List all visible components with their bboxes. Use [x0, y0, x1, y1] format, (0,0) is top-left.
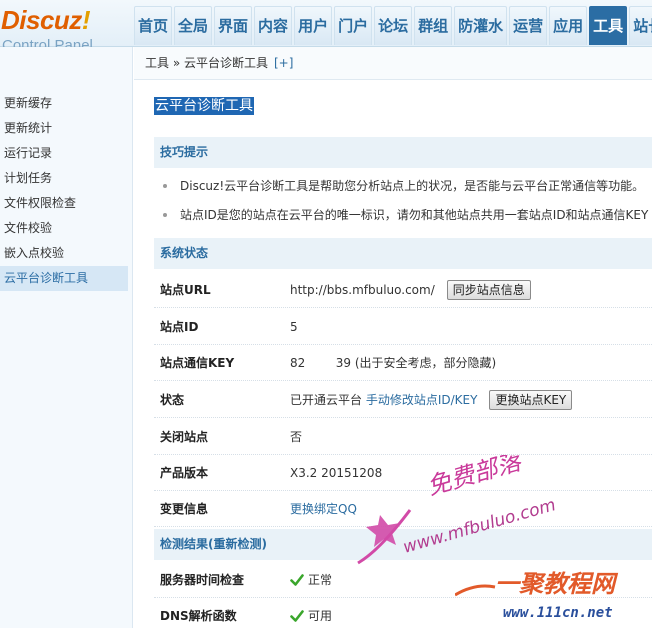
tip-text: Discuz!云平台诊断工具是帮助您分析站点上的状况，是否能与云平台正常通信等功…: [180, 179, 645, 193]
nav-tab-groups[interactable]: 群组: [414, 6, 453, 45]
status-row-site-url: 站点URL http://bbs.mfbuluo.com/同步站点信息: [154, 272, 652, 308]
results-heading-text: 检测结果: [160, 537, 209, 551]
nav-tab-users[interactable]: 用户: [294, 6, 333, 45]
sidebar-item-update-stats[interactable]: 更新统计: [0, 116, 128, 141]
row-label: 服务器时间检查: [160, 573, 245, 587]
version-value: X3.2 20151208: [290, 466, 383, 480]
cloud-state-value: 已开通云平台: [290, 393, 363, 407]
sidebar-item-file-verify[interactable]: 文件校验: [0, 216, 128, 241]
edit-site-id-key-link[interactable]: 手动修改站点ID/KEY: [366, 382, 478, 418]
status-row-site-closed: 关闭站点 否: [154, 419, 652, 455]
change-site-key-button[interactable]: 更换站点KEY: [489, 390, 573, 410]
row-label: 关闭站点: [160, 430, 209, 444]
nav-tab-apps[interactable]: 应用: [549, 6, 588, 45]
status-row-site-id: 站点ID 5: [154, 309, 652, 345]
page-title: 云平台诊断工具: [154, 97, 254, 115]
row-label: 产品版本: [160, 466, 209, 480]
tips-heading: 技巧提示: [154, 137, 652, 168]
nav-tab-home[interactable]: 首页: [134, 6, 173, 45]
result-row-server-time: 服务器时间检查 正常: [154, 562, 652, 598]
result-row-dns: DNS解析函数 可用: [154, 598, 652, 628]
tip-item: 站点ID是您的站点在云平台的唯一标识，请勿和其他站点共用一套站点ID和站点通信K…: [162, 206, 649, 224]
tip-text: 站点ID是您的站点在云平台的唯一标识，请勿和其他站点共用一套站点ID和站点通信K…: [180, 208, 649, 222]
check-icon: [290, 610, 304, 622]
sidebar-item-hook-verify[interactable]: 嵌入点校验: [0, 241, 128, 266]
system-status-heading: 系统状态: [154, 238, 652, 269]
sidebar: 更新缓存 更新统计 运行记录 计划任务 文件权限检查 文件校验 嵌入点校验 云平…: [0, 47, 133, 628]
status-row-change-info: 变更信息 更换绑定QQ: [154, 491, 652, 527]
nav-tab-global[interactable]: 全局: [174, 6, 213, 45]
status-row-state: 状态 已开通云平台 手动修改站点ID/KEY 更换站点KEY: [154, 382, 652, 418]
top-nav: 首页 全局 界面 内容 用户 门户 论坛 群组 防灌水 运营 应用 工具 站长: [134, 6, 652, 47]
sidebar-item-update-cache[interactable]: 更新缓存: [0, 91, 128, 116]
check-icon: [290, 574, 304, 586]
row-label: 站点ID: [160, 320, 199, 334]
sidebar-item-run-log[interactable]: 运行记录: [0, 141, 128, 166]
status-row-site-key: 站点通信KEY 82 39 (出于安全考虑，部分隐藏): [154, 345, 652, 381]
row-label: 变更信息: [160, 502, 209, 516]
site-key-value: 82 39 (出于安全考虑，部分隐藏): [290, 356, 497, 370]
site-url-value: http://bbs.mfbuluo.com/: [290, 283, 435, 297]
dns-status: 可用: [308, 609, 333, 623]
recheck-link[interactable]: (重新检测): [208, 537, 267, 551]
breadcrumb-add-shortcut[interactable]: [+]: [274, 56, 293, 70]
nav-tab-antispam[interactable]: 防灌水: [454, 6, 508, 45]
site-id-value: 5: [290, 320, 298, 334]
logo-bang: !: [81, 5, 91, 35]
top-header: Discuz! Control Panel 首页 全局 界面 内容 用户 门户 …: [0, 0, 652, 54]
sidebar-menu: 更新缓存 更新统计 运行记录 计划任务 文件权限检查 文件校验 嵌入点校验 云平…: [0, 91, 128, 291]
sync-site-info-button[interactable]: 同步站点信息: [446, 280, 531, 300]
breadcrumb-text: 工具 » 云平台诊断工具: [145, 56, 268, 70]
nav-tab-forum[interactable]: 论坛: [374, 6, 413, 45]
sidebar-item-scheduled-tasks[interactable]: 计划任务: [0, 166, 128, 191]
nav-tab-content[interactable]: 内容: [254, 6, 293, 45]
nav-tab-tools[interactable]: 工具: [589, 6, 628, 45]
results-heading: 检测结果(重新检测): [154, 529, 652, 560]
row-label: DNS解析函数: [160, 609, 237, 623]
row-label: 站点URL: [160, 283, 211, 297]
nav-tab-portal[interactable]: 门户: [334, 6, 373, 45]
row-label: 状态: [160, 393, 185, 407]
site-closed-value: 否: [290, 430, 303, 444]
row-label: 站点通信KEY: [160, 356, 235, 370]
logo-main-text: Discuz: [1, 5, 82, 35]
rebind-qq-link[interactable]: 更换绑定QQ: [290, 491, 357, 527]
nav-tab-interface[interactable]: 界面: [214, 6, 253, 45]
status-row-version: 产品版本 X3.2 20151208: [154, 455, 652, 491]
nav-tab-webmaster[interactable]: 站长: [629, 6, 652, 45]
nav-tab-operations[interactable]: 运营: [509, 6, 548, 45]
sidebar-item-cloud-diagnostic[interactable]: 云平台诊断工具: [0, 266, 128, 291]
server-time-status: 正常: [308, 573, 333, 587]
sidebar-item-file-permissions[interactable]: 文件权限检查: [0, 191, 128, 216]
tip-item: Discuz!云平台诊断工具是帮助您分析站点上的状况，是否能与云平台正常通信等功…: [162, 177, 645, 195]
breadcrumb: 工具 » 云平台诊断工具 [+]: [134, 47, 652, 80]
